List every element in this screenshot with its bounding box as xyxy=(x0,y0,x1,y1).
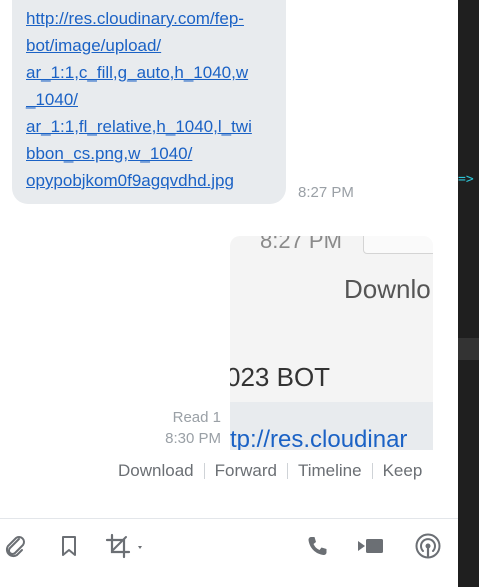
preview-box-shape xyxy=(363,236,433,254)
crop-icon[interactable] xyxy=(104,531,148,561)
preview-download-text: Downlo xyxy=(344,274,431,304)
preview-time-text: 8:27 PM xyxy=(260,236,342,253)
arrow-text: => xyxy=(458,172,474,187)
divider xyxy=(203,463,205,479)
message-actions: Download Forward Timeline Keep xyxy=(118,461,422,481)
broadcast-icon[interactable] xyxy=(413,531,443,561)
bookmark-icon[interactable] xyxy=(54,531,84,561)
image-attachment-preview[interactable]: 8:27 PM Downlo 023 BOT tp://res.cloudina… xyxy=(230,236,433,450)
divider xyxy=(371,463,373,479)
read-status: Read 1 xyxy=(172,409,221,426)
timeline-action[interactable]: Timeline xyxy=(298,461,362,481)
paperclip-icon[interactable] xyxy=(0,531,30,561)
keep-action[interactable]: Keep xyxy=(383,461,423,481)
incoming-message-bubble: http://res.cloudinary.com/fep- bot/image… xyxy=(12,0,286,204)
divider xyxy=(286,463,288,479)
phone-icon[interactable] xyxy=(302,531,332,561)
side-pane-highlight xyxy=(458,338,479,360)
download-action[interactable]: Download xyxy=(118,461,194,481)
message-link[interactable]: http://res.cloudinary.com/fep- bot/image… xyxy=(26,5,278,194)
preview-url-text: tp://res.cloudinar xyxy=(230,426,408,450)
side-pane: => xyxy=(458,0,479,587)
incoming-message-time: 8:27 PM xyxy=(298,184,354,201)
outgoing-message-time: 8:30 PM xyxy=(165,430,221,447)
chat-area: http://res.cloudinary.com/fep- bot/image… xyxy=(0,0,458,587)
video-icon[interactable] xyxy=(356,531,386,561)
composer-toolbar xyxy=(0,518,458,575)
preview-bot-text: 023 BOT xyxy=(230,362,331,392)
forward-action[interactable]: Forward xyxy=(215,461,277,481)
